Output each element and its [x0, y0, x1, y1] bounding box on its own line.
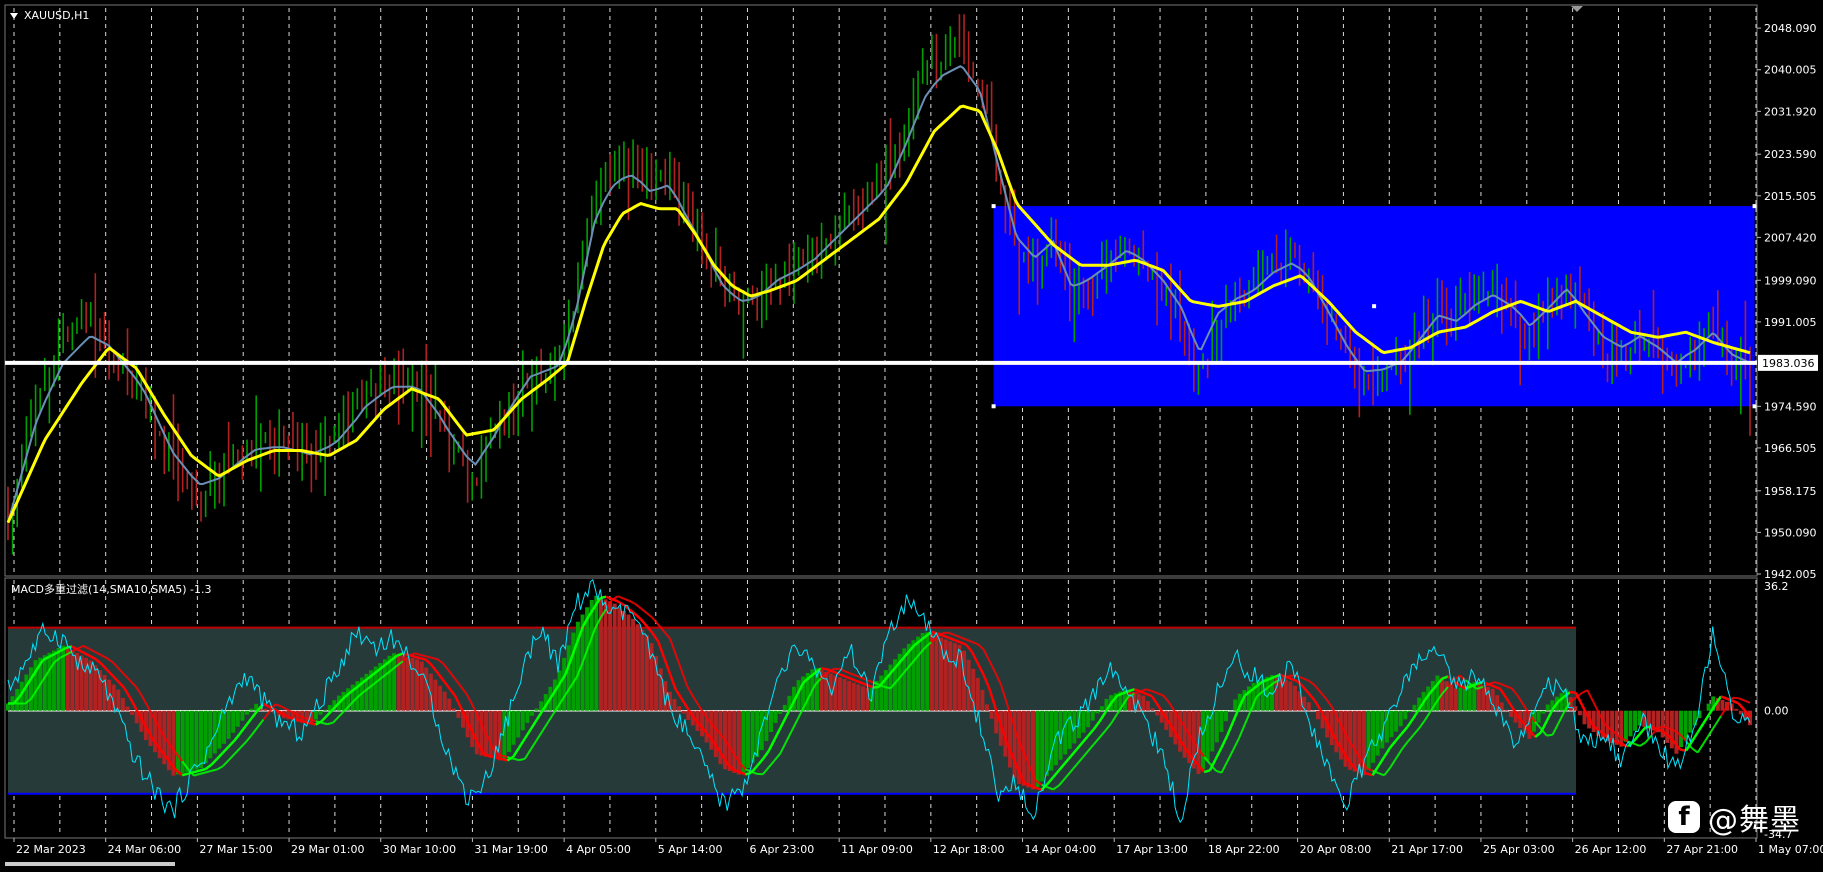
- symbol-label: XAUUSD,H1: [24, 9, 89, 22]
- macd-signal-segment-slow: [519, 759, 525, 760]
- time-tick-label: 12 Apr 18:00: [933, 843, 1005, 856]
- macd-signal-segment-slow: [1547, 735, 1553, 736]
- time-tick-label: 18 Apr 22:00: [1208, 843, 1280, 856]
- time-tick-label: 11 Apr 09:00: [841, 843, 913, 856]
- time-tick-label: 20 Apr 08:00: [1300, 843, 1372, 856]
- macd-signal-segment: [310, 723, 316, 725]
- time-tick-label: 4 Apr 05:00: [566, 843, 631, 856]
- time-tick-label: 22 Mar 2023: [16, 843, 86, 856]
- range-box-handle[interactable]: [1753, 204, 1757, 208]
- macd-signal-segment: [745, 773, 751, 775]
- time-tick-label: 6 Apr 23:00: [749, 843, 814, 856]
- price-tick-label: 1974.590: [1764, 400, 1817, 413]
- macd-signal-segment: [873, 687, 879, 688]
- price-tick-label: 1966.505: [1764, 442, 1817, 455]
- time-tick-label: 1 May 07:00: [1758, 843, 1823, 856]
- time-tick-label: 5 Apr 14:00: [658, 843, 723, 856]
- price-tick-label: 2040.005: [1764, 64, 1817, 77]
- price-tick-label: 2007.420: [1764, 231, 1817, 244]
- macd-signal-segment-slow: [885, 687, 891, 688]
- macd-signal-segment: [194, 771, 200, 773]
- current-price-label: 1983.036: [1762, 357, 1815, 370]
- price-tick-label: 2048.090: [1764, 22, 1817, 35]
- macd-signal-segment: [420, 658, 426, 660]
- range-box-handle[interactable]: [992, 204, 996, 208]
- watermark: f @舞墨: [1668, 797, 1801, 837]
- price-tick-label: 1958.175: [1764, 485, 1817, 498]
- macd-signal-segment-slow: [833, 669, 839, 670]
- price-tick-label: 1991.005: [1764, 316, 1817, 329]
- indicator-tick-label-zero: 0.00: [1764, 705, 1789, 718]
- macd-signal-segment: [484, 754, 490, 756]
- range-box-handle[interactable]: [992, 404, 996, 408]
- watermark-text: @舞墨: [1708, 795, 1801, 839]
- price-tick-label: 1999.090: [1764, 274, 1817, 287]
- time-tick-label: 21 Apr 17:00: [1391, 843, 1463, 856]
- price-tick-label: 1950.090: [1764, 526, 1817, 539]
- price-tick-label: 2023.590: [1764, 148, 1817, 161]
- time-tick-label: 17 Apr 13:00: [1116, 843, 1188, 856]
- time-tick-label: 27 Apr 21:00: [1666, 843, 1738, 856]
- time-tick-label: 14 Apr 04:00: [1025, 843, 1097, 856]
- time-tick-label: 30 Mar 10:00: [383, 843, 456, 856]
- time-tick-label: 26 Apr 12:00: [1575, 843, 1647, 856]
- time-tick-label: 24 Mar 06:00: [108, 843, 181, 856]
- range-box-handle[interactable]: [1372, 304, 1376, 308]
- macd-signal-segment: [821, 668, 827, 669]
- macd-signal-segment: [496, 757, 502, 759]
- chart-root: 2048.090 2040.005 2031.920 2023.590 2015.505…: [0, 0, 1823, 868]
- time-tick-label: 25 Apr 03:00: [1483, 843, 1555, 856]
- time-tick-label: 27 Mar 15:00: [199, 843, 272, 856]
- price-tick-label: 2015.505: [1764, 190, 1817, 203]
- range-box-group: [992, 204, 1757, 408]
- indicator-tick-label-top: 36.2: [1764, 580, 1789, 593]
- macd-signal-segment: [304, 722, 310, 724]
- horizontal-scrollbar[interactable]: [5, 862, 175, 866]
- time-tick-label: 29 Mar 01:00: [291, 843, 364, 856]
- macd-signal-segment: [1204, 770, 1210, 772]
- chart-svg: 2048.090 2040.005 2031.920 2023.590 2015.505…: [0, 0, 1823, 868]
- macd-signal-segment: [1129, 689, 1135, 691]
- macd-signal-segment: [200, 769, 206, 771]
- range-box-handle[interactable]: [1753, 404, 1757, 408]
- facebook-icon: f: [1668, 801, 1700, 833]
- price-tick-label: 2031.920: [1764, 105, 1817, 118]
- time-tick-label: 31 Mar 19:00: [474, 843, 547, 856]
- macd-signal-segment: [502, 759, 508, 761]
- indicator-label: MACD多重过滤(14,SMA10,SMA5) -1.3: [11, 582, 212, 596]
- macd-signal-segment: [298, 720, 304, 722]
- macd-signal-segment: [182, 774, 188, 776]
- macd-signal-segment: [414, 657, 420, 659]
